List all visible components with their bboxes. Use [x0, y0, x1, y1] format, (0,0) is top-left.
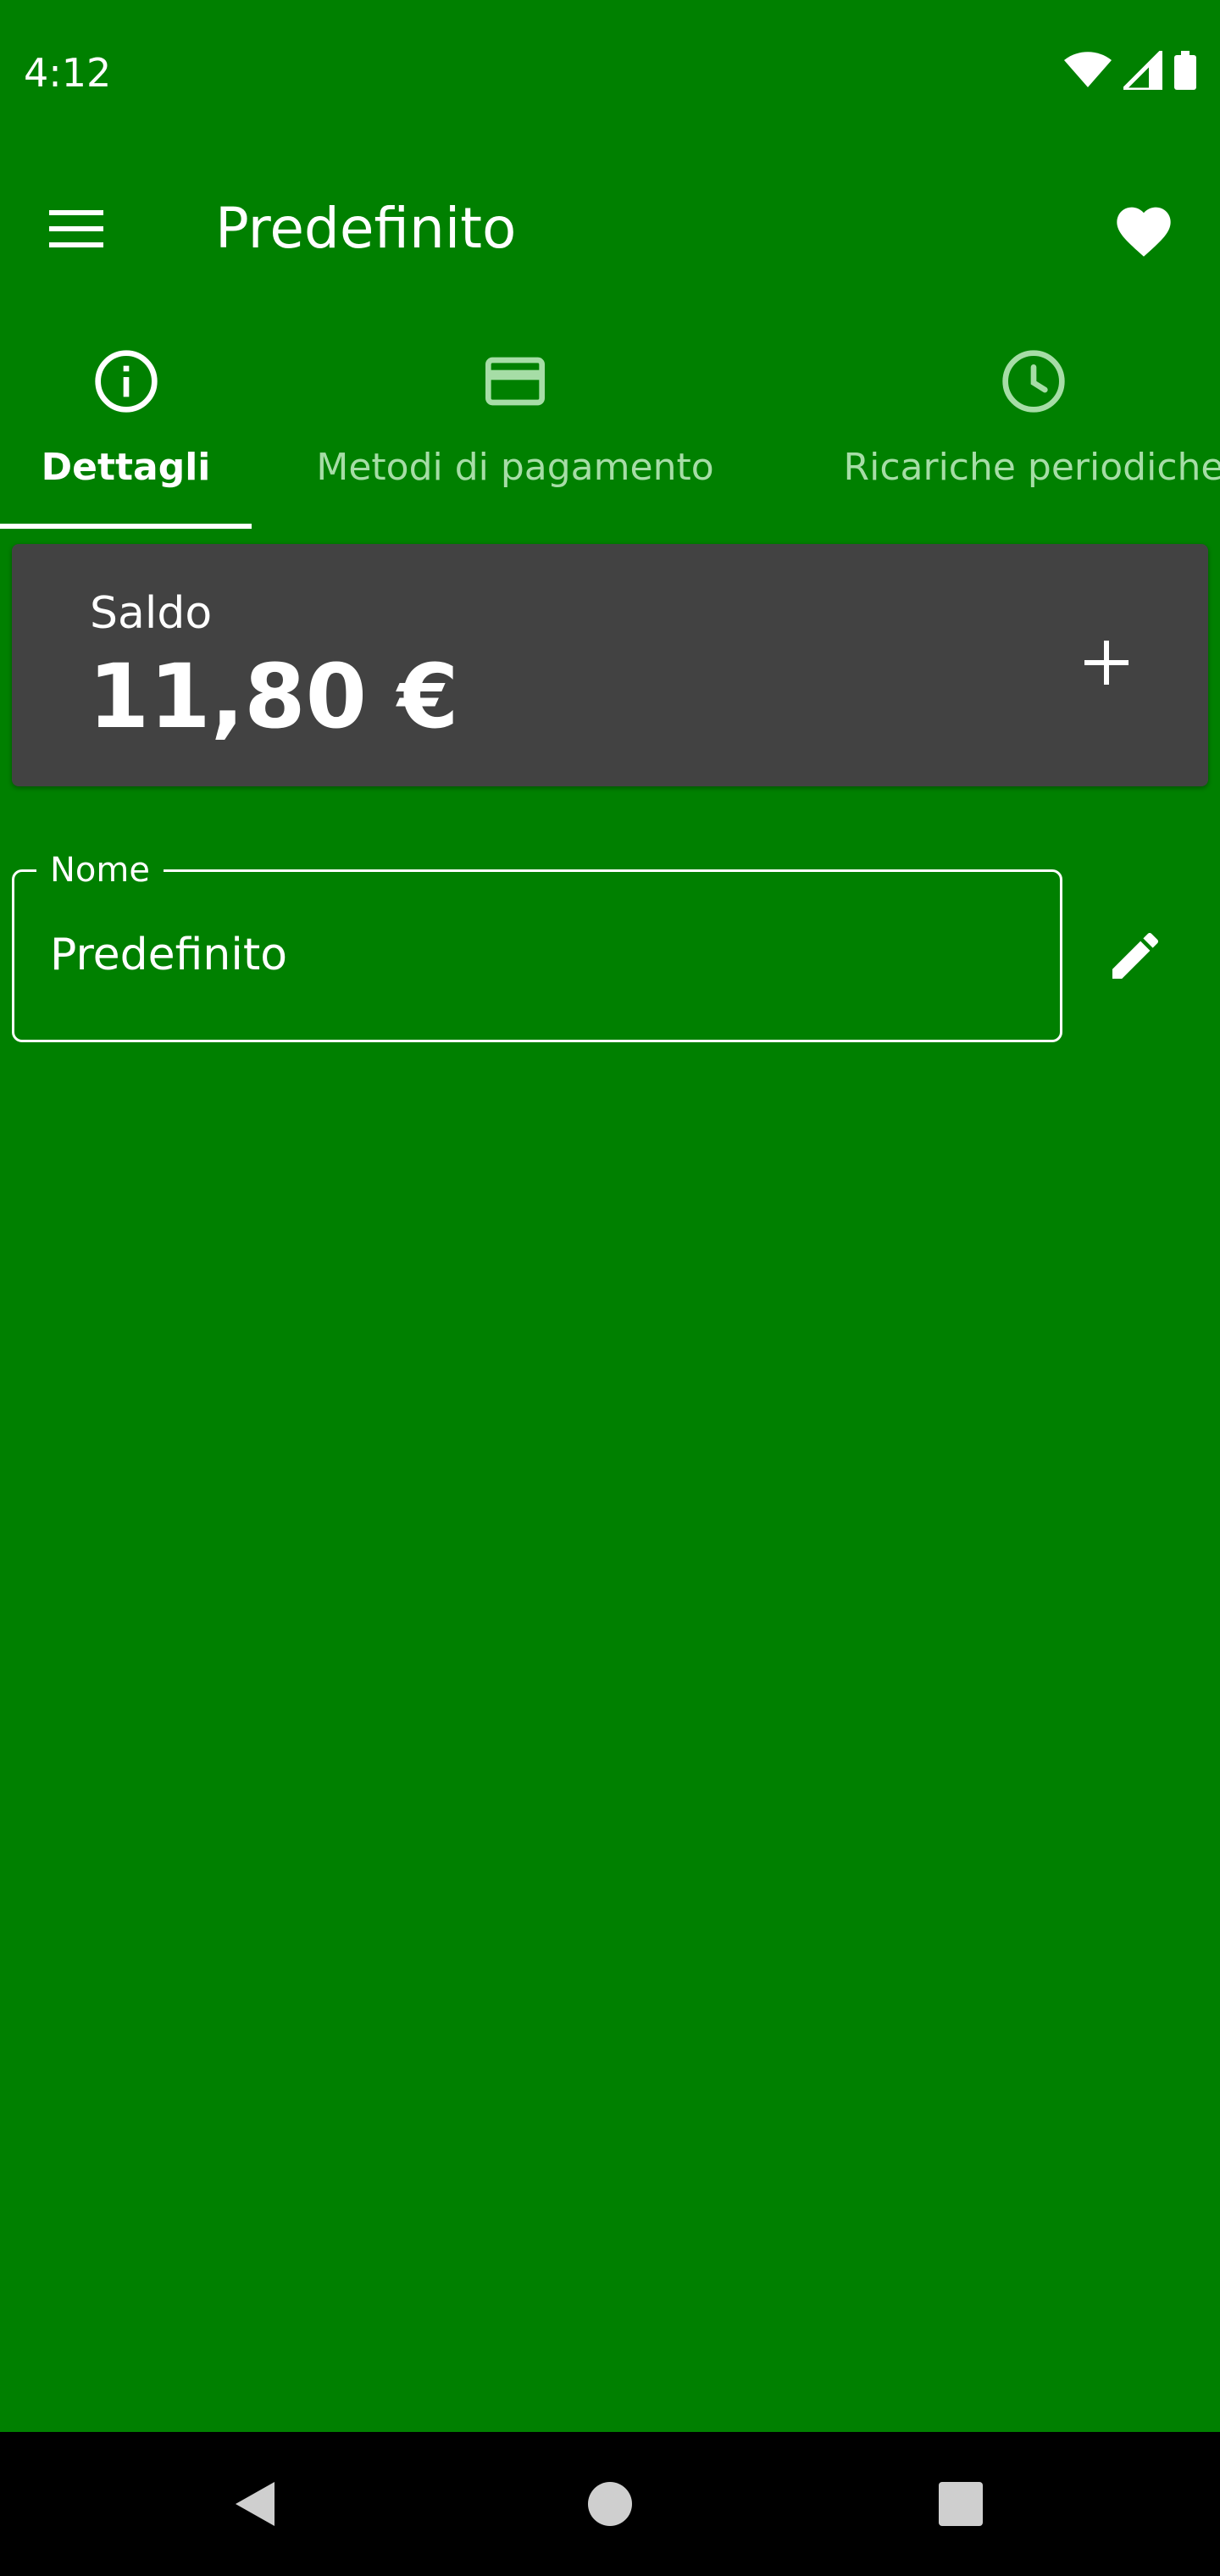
plus-icon [1084, 641, 1128, 685]
recents-icon [939, 2482, 983, 2526]
info-icon [94, 350, 158, 413]
recents-button[interactable] [918, 2462, 1003, 2546]
app-bar: Predefinito [0, 144, 1220, 314]
add-balance-button[interactable] [1064, 620, 1149, 705]
name-field[interactable]: Nome Predefinito [12, 850, 1062, 1042]
tab-metodi-pagamento[interactable]: Metodi di pagamento [254, 336, 776, 532]
home-button[interactable] [568, 2462, 652, 2546]
clock-icon [1002, 350, 1065, 413]
page-title: Predefinito [215, 196, 517, 261]
status-icons [1064, 45, 1196, 94]
home-icon [588, 2482, 632, 2526]
balance-card: Saldo 11,80 € [12, 544, 1208, 786]
edit-name-button[interactable] [1093, 913, 1178, 998]
battery-icon [1174, 51, 1196, 94]
tab-label: Ricariche periodiche [843, 446, 1220, 489]
pencil-icon [1112, 932, 1159, 979]
credit-card-icon [485, 357, 545, 406]
name-field-label: Nome [36, 850, 164, 891]
tab-label: Metodi di pagamento [316, 446, 714, 489]
signal-icon [1117, 45, 1165, 94]
tab-indicator [0, 524, 252, 529]
menu-icon [49, 210, 103, 247]
tab-label: Dettagli [41, 446, 211, 489]
balance-label: Saldo [90, 588, 213, 639]
navigation-bar [0, 2432, 1220, 2576]
tab-bar: Dettagli Metodi di pagamento Ricariche p… [0, 336, 1220, 532]
wifi-icon [1064, 52, 1112, 93]
menu-button[interactable] [34, 186, 119, 271]
favorite-button[interactable] [1101, 186, 1186, 271]
tab-dettagli[interactable]: Dettagli [0, 336, 252, 532]
tab-ricariche-periodiche[interactable]: Ricariche periodiche [813, 336, 1220, 532]
status-time: 4:12 [24, 50, 112, 96]
back-icon [236, 2482, 274, 2526]
heart-icon [1117, 207, 1171, 257]
name-field-value: Predefinito [50, 930, 288, 980]
back-button[interactable] [212, 2462, 297, 2546]
status-bar: 4:12 [0, 0, 1220, 144]
balance-value: 11,80 € [88, 645, 459, 748]
